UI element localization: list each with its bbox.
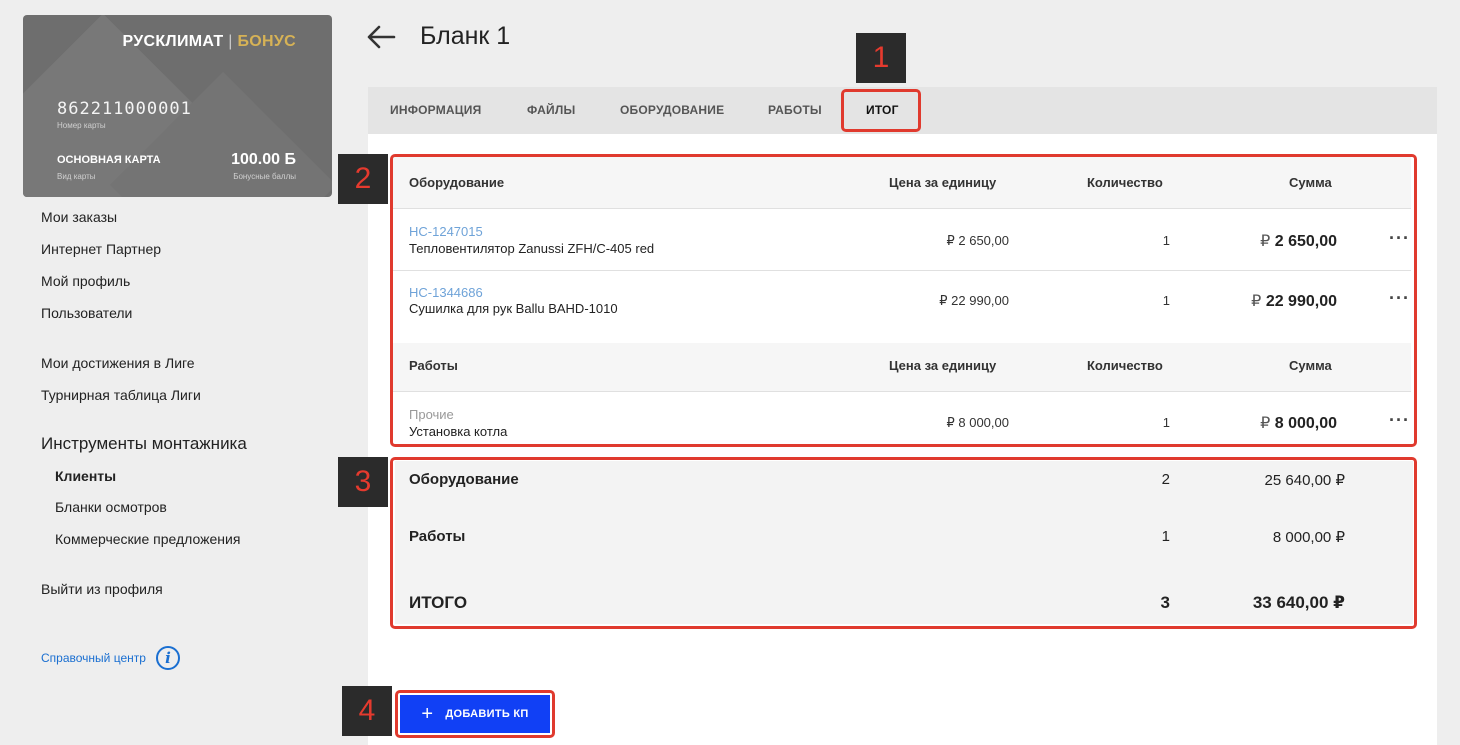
sidebar-item-users[interactable]: Пользователи [41,305,132,321]
step-marker-3: 3 [338,457,388,507]
help-center-link[interactable]: Справочный центр i [41,646,180,670]
card-points-label: Бонусные баллы [233,172,296,181]
card-number: 862211000001 [57,99,192,119]
highlight-box-1 [841,89,921,132]
sidebar-item-profile[interactable]: Мой профиль [41,273,130,289]
brand-name: РУСКЛИМАТ [122,33,224,50]
sidebar-item-clients[interactable]: Клиенты [55,468,116,484]
card-type-label: Вид карты [57,172,96,181]
card-type: ОСНОВНАЯ КАРТА [57,154,161,166]
brand-bonus: БОНУС [237,33,296,50]
tab-equipment[interactable]: ОБОРУДОВАНИЕ [620,87,724,134]
card-number-label: Номер карты [57,121,106,130]
tab-information[interactable]: ИНФОРМАЦИЯ [390,87,481,134]
sidebar-item-orders[interactable]: Мои заказы [41,209,117,225]
tab-files[interactable]: ФАЙЛЫ [527,87,575,134]
info-icon[interactable]: i [155,646,180,670]
sidebar-item-league-achievements[interactable]: Мои достижения в Лиге [41,355,195,371]
back-arrow-icon[interactable] [366,24,396,50]
highlight-box-4 [395,690,555,738]
sidebar-item-inspection-forms[interactable]: Бланки осмотров [55,499,167,515]
step-marker-2: 2 [338,154,388,204]
sidebar-item-league-table[interactable]: Турнирная таблица Лиги [41,387,201,403]
step-marker-1: 1 [856,33,906,83]
highlight-box-2 [390,154,1417,447]
card-points: 100.00 Б [231,151,296,168]
sidebar-item-commercial-offers[interactable]: Коммерческие предложения [55,531,240,547]
sidebar-section-tools: Инструменты монтажника [41,434,247,453]
page-title: Бланк 1 [420,22,511,50]
highlight-box-3 [390,457,1417,629]
help-center-label: Справочный центр [41,651,146,665]
sidebar-item-internet-partner[interactable]: Интернет Партнер [41,241,161,257]
tab-works[interactable]: РАБОТЫ [768,87,822,134]
brand-logo: РУСКЛИМАТ | БОНУС [122,33,296,51]
sidebar-item-logout[interactable]: Выйти из профиля [41,581,163,597]
step-marker-4: 4 [342,686,392,736]
brand-separator: | [228,33,233,50]
bonus-card: РУСКЛИМАТ | БОНУС 862211000001 Номер кар… [23,15,332,197]
